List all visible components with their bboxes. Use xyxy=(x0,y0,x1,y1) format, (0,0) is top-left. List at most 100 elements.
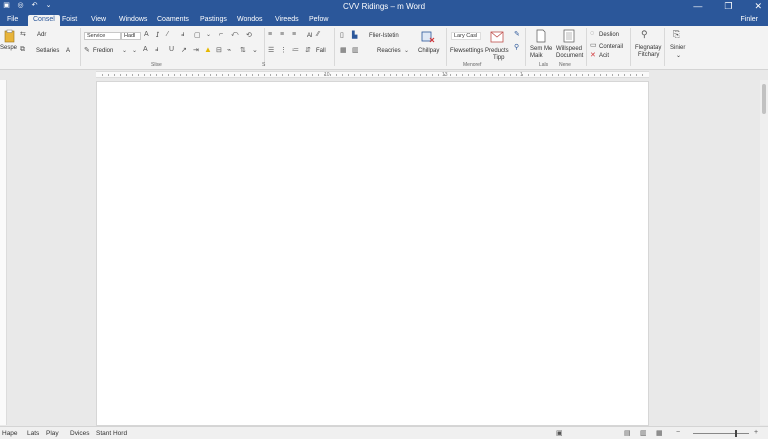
more-icon[interactable]: ⌄ xyxy=(252,46,258,54)
table-icon[interactable]: ▦ xyxy=(340,46,347,54)
multilevel-icon[interactable]: ≔ xyxy=(292,46,299,54)
strike-icon[interactable]: ⅎ xyxy=(155,46,158,53)
reaches-label[interactable]: Reacries xyxy=(377,48,401,54)
share-label[interactable]: Sinier xyxy=(670,45,685,51)
ask-icon[interactable]: ✕ xyxy=(590,51,596,59)
underline-icon[interactable]: U xyxy=(169,46,174,53)
align-right-icon[interactable]: ≡ xyxy=(292,31,296,38)
status-words[interactable]: Lats xyxy=(27,430,39,437)
flowsettings-label[interactable]: Flewsettings xyxy=(450,48,483,54)
pen-icon[interactable]: ✎ xyxy=(514,30,520,38)
tab-coaments[interactable]: Coaments xyxy=(152,15,194,26)
products-label[interactable]: Preducts xyxy=(485,48,509,54)
shading-icon[interactable]: ⊟ xyxy=(216,46,222,54)
vertical-scrollbar[interactable] xyxy=(760,80,768,425)
focus-icon[interactable]: ▣ xyxy=(556,429,563,437)
status-devices[interactable]: Dvices xyxy=(70,430,90,437)
deslion-icon[interactable]: ◌ xyxy=(590,30,594,37)
filter-label[interactable]: Flier-Istetin xyxy=(369,33,399,39)
tab-foist[interactable]: Foist xyxy=(57,15,82,26)
withspeed-label[interactable]: Willspeed xyxy=(556,46,582,52)
clear-format-icon[interactable]: ▢ xyxy=(194,31,201,39)
zoom-out-icon[interactable]: − xyxy=(676,429,680,436)
tab-pefow[interactable]: Pefow xyxy=(304,15,333,26)
document-page[interactable] xyxy=(96,81,649,426)
chillpay-label[interactable]: Chillpay xyxy=(418,48,439,54)
bold-icon[interactable]: ✎ xyxy=(84,46,90,54)
text-effects-icon[interactable]: ⌁ xyxy=(227,46,231,54)
read-mode-icon[interactable]: ▤ xyxy=(624,429,631,437)
grow-font-icon[interactable]: A xyxy=(144,31,149,38)
comment-label[interactable]: Conterail xyxy=(599,44,623,50)
bullets-icon[interactable]: ☰ xyxy=(268,46,274,54)
document-icon[interactable] xyxy=(562,29,576,43)
close-icon[interactable]: ✕ xyxy=(754,1,762,12)
tab-pastings[interactable]: Pastings xyxy=(195,15,232,26)
reaches-dropdown-icon[interactable]: ⌄ xyxy=(404,47,409,54)
style-label[interactable]: Fredion xyxy=(93,48,113,54)
scrollbar-thumb[interactable] xyxy=(762,84,766,114)
tab-finler[interactable]: Finler xyxy=(740,15,758,25)
change-case-icon[interactable]: ⅎ xyxy=(181,31,184,38)
style-dropdown-icon[interactable]: ⌄ xyxy=(122,47,127,54)
paste-label[interactable]: Sespe xyxy=(0,45,17,51)
copy-icon[interactable]: ⧉ xyxy=(20,46,25,54)
font-size-box[interactable]: Hadl xyxy=(121,32,141,40)
superscript-icon[interactable]: ↗ xyxy=(181,46,187,54)
align-left-icon[interactable]: ≡ xyxy=(268,31,272,38)
align-center-icon[interactable]: ≡ xyxy=(280,31,284,38)
arc-icon[interactable]: ⤺ xyxy=(231,31,238,39)
style-dropdown-icon-2[interactable]: ⌄ xyxy=(132,47,137,54)
minimize-icon[interactable]: — xyxy=(693,1,702,12)
lary-box[interactable]: Lary Casl xyxy=(451,32,481,40)
zoom-in-icon[interactable]: + xyxy=(754,429,758,436)
deslion-label[interactable]: Deslion xyxy=(599,32,619,38)
restore-icon[interactable]: ❐ xyxy=(724,1,732,12)
print-layout-icon[interactable]: ▥ xyxy=(640,429,647,437)
format-arrow[interactable]: A xyxy=(66,48,70,54)
swap-icon[interactable]: ⇅ xyxy=(240,46,246,54)
sort-icon[interactable]: ⇵ xyxy=(305,46,311,54)
numbering-icon[interactable]: ⋮ xyxy=(280,46,287,54)
products-icon[interactable] xyxy=(490,30,504,44)
tab-wondos[interactable]: Wondos xyxy=(232,15,268,26)
columns-icon[interactable]: ▥ xyxy=(352,46,359,54)
zoom-slider-knob[interactable] xyxy=(735,430,737,437)
cut-icon[interactable]: ⇆ xyxy=(20,30,26,38)
status-stant-hord[interactable]: Stant Hord xyxy=(96,430,127,437)
wand-icon[interactable]: ⚲ xyxy=(514,43,519,51)
italic-icon[interactable]: 𝘐 xyxy=(156,31,159,39)
vertical-ruler[interactable] xyxy=(0,80,7,425)
cut-label[interactable]: Adr xyxy=(37,32,46,38)
designer-icon[interactable]: ⚲ xyxy=(641,29,648,40)
format-painter-label[interactable]: Setlaries xyxy=(36,48,59,54)
seemo-label[interactable]: Sem Me xyxy=(530,46,552,52)
font-name-box[interactable]: Service xyxy=(84,32,121,40)
seemo-icon[interactable] xyxy=(534,29,548,43)
tab-vireeds[interactable]: Vireeds xyxy=(270,15,304,26)
subscript-icon[interactable]: ⁄ xyxy=(167,31,168,38)
tab-view[interactable]: View xyxy=(86,15,111,26)
share-more[interactable]: ⌄ xyxy=(676,52,681,59)
paste-icon[interactable] xyxy=(3,29,17,43)
border-icon[interactable]: ▙ xyxy=(352,31,357,39)
status-page[interactable]: Hape xyxy=(2,430,18,437)
status-play[interactable]: Play xyxy=(46,430,59,437)
designer-line1[interactable]: Flegnatay xyxy=(635,45,661,51)
comment-icon[interactable]: ▭ xyxy=(590,41,597,49)
chillpay-icon[interactable] xyxy=(421,30,435,44)
bracket-icon[interactable]: ⌐ xyxy=(219,31,223,38)
horizontal-ruler[interactable]: 10 13 1 xyxy=(96,71,649,78)
indent-icon[interactable]: ⇥ xyxy=(193,46,199,54)
doc-icon[interactable]: ▯ xyxy=(340,31,344,39)
tab-windows[interactable]: Windows xyxy=(114,15,152,26)
designer-line2[interactable]: Fitchary xyxy=(638,52,659,58)
format-dropdown-icon[interactable]: ⌄ xyxy=(206,31,211,38)
rotate-icon[interactable]: ⟲ xyxy=(246,31,252,39)
share-icon[interactable]: ⎘ xyxy=(673,29,680,40)
ask-label[interactable]: Acit xyxy=(599,53,609,59)
withspeed-sub[interactable]: Document xyxy=(556,53,583,59)
font-color-icon[interactable]: A xyxy=(143,46,148,53)
fill-label[interactable]: Fall xyxy=(316,48,326,54)
web-layout-icon[interactable]: ▦ xyxy=(656,429,663,437)
